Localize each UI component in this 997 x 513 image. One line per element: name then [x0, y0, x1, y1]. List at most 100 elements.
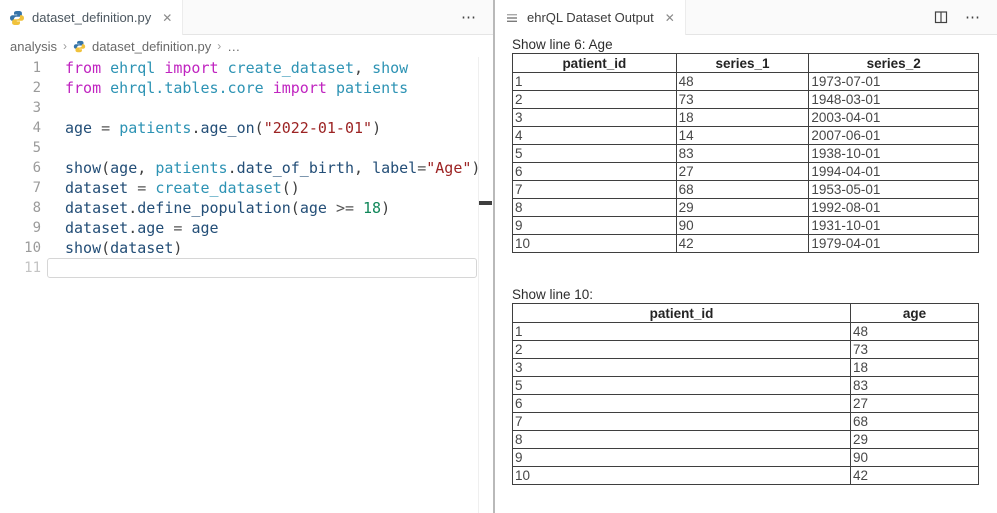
- code-token: from: [65, 79, 110, 97]
- code-token: (: [291, 199, 300, 217]
- code-line[interactable]: 7dataset = create_dataset(): [0, 178, 493, 198]
- table-cell: 18: [851, 359, 979, 377]
- table-cell: 10: [513, 235, 677, 253]
- breadcrumb: analysis › dataset_definition.py › …: [0, 35, 493, 57]
- table-cell: 48: [676, 73, 809, 91]
- code-token: .: [128, 219, 137, 237]
- code-token: import: [273, 79, 336, 97]
- code-line-text: show(age, patients.date_of_birth, label=…: [41, 158, 480, 178]
- table-cell: 1931-10-01: [809, 217, 979, 235]
- table-cell: 68: [676, 181, 809, 199]
- table-cell: 42: [851, 467, 979, 485]
- table-cell: 83: [676, 145, 809, 163]
- code-token: patients: [155, 159, 227, 177]
- line-number[interactable]: 6: [0, 158, 41, 178]
- table-cell: 2007-06-01: [809, 127, 979, 145]
- code-line[interactable]: 11: [0, 258, 493, 278]
- column-header: patient_id: [513, 304, 851, 323]
- table-cell: 42: [676, 235, 809, 253]
- code-token: age_on: [200, 119, 254, 137]
- table-row: 3182003-04-01: [513, 109, 979, 127]
- tab-dataset-definition[interactable]: dataset_definition.py ✕: [0, 0, 183, 35]
- output-tab-bar: ehrQL Dataset Output ✕ ⋯: [495, 0, 997, 35]
- code-token: age: [137, 219, 173, 237]
- code-line[interactable]: 6show(age, patients.date_of_birth, label…: [0, 158, 493, 178]
- code-line-text: dataset = create_dataset(): [41, 178, 300, 198]
- table-cell: 8: [513, 431, 851, 449]
- line-number[interactable]: 10: [0, 238, 41, 258]
- code-editor[interactable]: 1from ehrql import create_dataset, show2…: [0, 57, 493, 278]
- table-row: 1481973-07-01: [513, 73, 979, 91]
- table-cell: 1992-08-01: [809, 199, 979, 217]
- close-tab-icon[interactable]: ✕: [665, 12, 675, 24]
- code-token: >=: [336, 199, 363, 217]
- table-cell: 1: [513, 73, 677, 91]
- code-line[interactable]: 9dataset.age = age: [0, 218, 493, 238]
- line-number[interactable]: 3: [0, 98, 41, 118]
- table-row: 768: [513, 413, 979, 431]
- code-token: ): [173, 239, 182, 257]
- table-row: 1042: [513, 467, 979, 485]
- split-editor-icon[interactable]: [933, 9, 949, 25]
- table-cell: 27: [851, 395, 979, 413]
- table-cell: 2: [513, 91, 677, 109]
- code-token: import: [164, 59, 227, 77]
- editor-tab-bar: dataset_definition.py ✕ ⋯: [0, 0, 493, 35]
- table-cell: 5: [513, 145, 677, 163]
- line-number[interactable]: 1: [0, 58, 41, 78]
- column-header: age: [851, 304, 979, 323]
- line-number[interactable]: 4: [0, 118, 41, 138]
- table-cell: 1938-10-01: [809, 145, 979, 163]
- breadcrumb-item-file[interactable]: dataset_definition.py: [92, 39, 211, 54]
- more-actions-icon[interactable]: ⋯: [461, 10, 477, 25]
- python-file-icon: [73, 40, 86, 53]
- line-number[interactable]: 9: [0, 218, 41, 238]
- table-cell: 1994-04-01: [809, 163, 979, 181]
- line-number[interactable]: 11: [0, 258, 41, 278]
- table-row: 7681953-05-01: [513, 181, 979, 199]
- code-line[interactable]: 5: [0, 138, 493, 158]
- output-tab-filler: ⋯: [686, 0, 997, 35]
- code-token: date_of_birth: [237, 159, 354, 177]
- code-token: =: [173, 219, 191, 237]
- code-line-text: [41, 258, 65, 278]
- code-token: ehrql: [110, 59, 164, 77]
- table-cell: 4: [513, 127, 677, 145]
- code-token: ,: [354, 159, 372, 177]
- output-table: patient_idseries_1series_21481973-07-012…: [512, 53, 979, 253]
- line-number[interactable]: 8: [0, 198, 41, 218]
- code-token: dataset: [65, 199, 128, 217]
- code-line-text: dataset.age = age: [41, 218, 219, 238]
- code-line[interactable]: 1from ehrql import create_dataset, show: [0, 58, 493, 78]
- table-row: 6271994-04-01: [513, 163, 979, 181]
- table-row: 990: [513, 449, 979, 467]
- code-token: ,: [354, 59, 372, 77]
- line-number[interactable]: 7: [0, 178, 41, 198]
- tab-ehrql-dataset-output[interactable]: ehrQL Dataset Output ✕: [495, 0, 686, 35]
- code-token: (: [101, 239, 110, 257]
- table-cell: 6: [513, 163, 677, 181]
- code-line[interactable]: 10show(dataset): [0, 238, 493, 258]
- table-cell: 27: [676, 163, 809, 181]
- code-token: ehrql.tables.core: [110, 79, 273, 97]
- breadcrumb-item-symbol[interactable]: …: [227, 39, 240, 54]
- breadcrumb-item-analysis[interactable]: analysis: [10, 39, 57, 54]
- close-tab-icon[interactable]: ✕: [162, 12, 172, 24]
- line-number[interactable]: 2: [0, 78, 41, 98]
- table-cell: 1979-04-01: [809, 235, 979, 253]
- code-line[interactable]: 2from ehrql.tables.core import patients: [0, 78, 493, 98]
- code-token: .: [128, 199, 137, 217]
- code-line[interactable]: 8dataset.define_population(age >= 18): [0, 198, 493, 218]
- tab-label: ehrQL Dataset Output: [527, 10, 654, 25]
- output-heading: Show line 6: Age: [512, 37, 979, 52]
- line-number[interactable]: 5: [0, 138, 41, 158]
- more-actions-icon[interactable]: ⋯: [965, 10, 981, 25]
- code-line[interactable]: 3: [0, 98, 493, 118]
- code-line[interactable]: 4age = patients.age_on("2022-01-01"): [0, 118, 493, 138]
- code-token: =: [417, 159, 426, 177]
- code-token: label: [372, 159, 417, 177]
- table-cell: 1953-05-01: [809, 181, 979, 199]
- code-line-text: [41, 138, 65, 158]
- code-token: show: [65, 159, 101, 177]
- code-token: (: [255, 119, 264, 137]
